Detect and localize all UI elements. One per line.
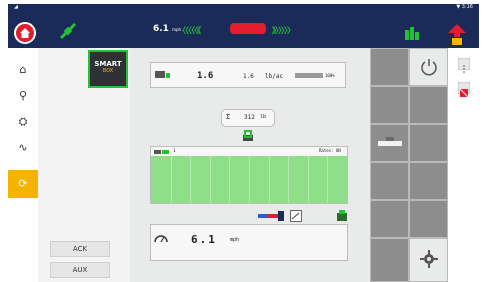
map-icon[interactable] (290, 210, 302, 222)
implement-view-icon (378, 137, 402, 146)
total-card[interactable]: Σ 312 lb (221, 109, 275, 127)
tank-level-bar (295, 73, 323, 78)
section-divider (170, 156, 172, 203)
section-divider (209, 156, 211, 203)
speed-card[interactable]: 6.1 mph (150, 224, 348, 261)
softkey-1[interactable] (370, 48, 409, 86)
sidebar-item-active[interactable]: ⟳ (8, 170, 38, 198)
implement-view-button[interactable] (370, 124, 409, 162)
swath-control-icon[interactable] (258, 210, 286, 222)
notification-glyph: ◢ (14, 4, 18, 10)
target-rate: 1.6 (243, 73, 254, 80)
more-menu-button[interactable] (458, 58, 470, 73)
more-vertical-icon (463, 65, 465, 73)
home-icon (20, 28, 30, 38)
mute-icon (459, 88, 469, 98)
pulse-icon: ∿ (18, 141, 28, 154)
rate-card[interactable]: 1.6 1.6 lb/ac 100% (150, 62, 346, 88)
section-divider (288, 156, 290, 203)
main-run-screen: 1.6 1.6 lb/ac 100% Σ 312 lb 1 Rates: ON (130, 48, 370, 282)
system-status-bar: ◢ ▼ 3:16 (8, 4, 479, 11)
gps-satellite-icon[interactable] (58, 21, 78, 41)
section-divider (307, 156, 309, 203)
guidance-chevrons-right: 》〉〉〉〉〉 (272, 26, 295, 35)
speed-card-value: 6.1 (191, 233, 217, 246)
location-icon: ⛭ (18, 115, 28, 128)
softkey-3[interactable] (370, 86, 409, 124)
section-card[interactable]: 1 Rates: ON (150, 146, 348, 204)
softkey-10[interactable] (409, 200, 448, 238)
section-divider (327, 156, 329, 203)
product-lock-icon (243, 130, 253, 141)
smartbox-line2: BOX (102, 68, 114, 74)
home-button[interactable] (14, 22, 36, 44)
softkey-9[interactable] (370, 200, 409, 238)
softkey-4[interactable] (409, 86, 448, 124)
power-button[interactable] (409, 48, 448, 86)
speedometer-icon (154, 235, 168, 243)
right-strip (450, 48, 479, 282)
top-bar: 6.1 mph 〈〈〈〈〈《 》〉〉〉〉〉 (8, 11, 479, 48)
app-frame: ◢ ▼ 3:16 6.1 mph 〈〈〈〈〈《 》〉〉〉〉〉 ⌂ ⚲ ⛭ ∿ ⟳… (8, 4, 479, 282)
product-bin-icon (155, 71, 170, 78)
section-left-label: 1 (173, 148, 176, 153)
status-time: ▼ 3:16 (456, 4, 473, 10)
smartbox-button[interactable]: SMART BOX (88, 50, 128, 88)
home-nav-icon: ⌂ (19, 63, 27, 76)
sidebar-item-diagnostics[interactable]: ∿ (8, 136, 38, 160)
section-divider (249, 156, 250, 203)
left-sidebar: ⌂ ⚲ ⛭ ∿ ⟳ (8, 48, 38, 282)
rate-unit: lb/ac (265, 73, 284, 80)
actual-rate: 1.6 (197, 71, 214, 81)
smartbox-line1: SMART (94, 60, 122, 68)
gear-icon (420, 250, 438, 268)
total-sigma: Σ (226, 113, 231, 121)
total-unit: lb (260, 114, 267, 120)
sidebar-item-location[interactable]: ⛭ (8, 110, 38, 134)
sidebar-item-home[interactable]: ⌂ (8, 58, 38, 82)
softkey-8[interactable] (409, 162, 448, 200)
section-divider (190, 156, 192, 203)
total-value: 312 (244, 114, 255, 121)
guidance-chevrons-left: 〈〈〈〈〈《 (178, 26, 201, 35)
softkey-6[interactable] (409, 124, 448, 162)
section-bar (151, 156, 347, 203)
section-right-label: Rates: ON (319, 148, 341, 153)
mute-alarm-button[interactable] (458, 82, 470, 98)
run-icon: ⚲ (18, 89, 28, 102)
softkey-7[interactable] (370, 162, 409, 200)
section-divider (229, 156, 231, 203)
auto-section-icon[interactable] (336, 210, 348, 222)
tank-level-label: 100% (325, 73, 335, 78)
ack-button[interactable]: ACK (50, 241, 110, 257)
speed-card-unit: mph (230, 237, 240, 243)
speed-value: 6.1 (153, 24, 169, 34)
field-map-icon[interactable] (403, 26, 421, 42)
refresh-icon: ⟳ (18, 177, 28, 190)
guidance-error-bar (230, 23, 266, 34)
speed-readout: 6.1 mph (153, 24, 181, 34)
implement-icon (154, 150, 169, 154)
softkey-grid (370, 48, 450, 282)
sidebar-item-run[interactable]: ⚲ (8, 84, 38, 108)
implement-arrow-icon[interactable] (446, 23, 468, 47)
power-icon (421, 59, 437, 76)
softkey-11[interactable] (370, 238, 409, 282)
section-divider (268, 156, 270, 203)
settings-button[interactable] (409, 238, 448, 282)
aux-button[interactable]: AUX (50, 262, 110, 278)
